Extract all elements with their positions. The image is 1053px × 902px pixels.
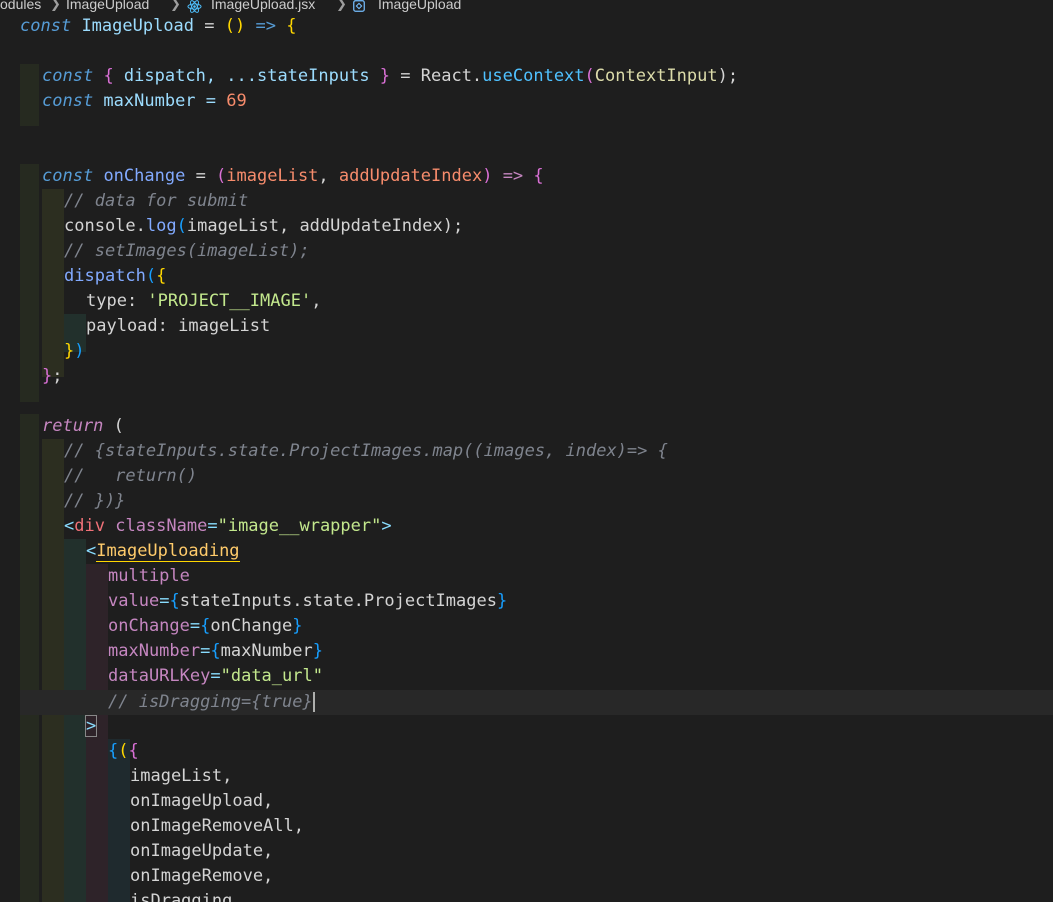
code-line: onImageUpload, — [130, 791, 274, 811]
code-line: const { dispatch, ...stateInputs } = Rea… — [42, 66, 739, 86]
code-comment: // })} — [64, 491, 126, 511]
chevron-right-icon: ❯ — [170, 0, 181, 11]
code-line: }; — [42, 366, 63, 386]
chevron-right-icon: ❯ — [50, 0, 61, 11]
code-line: }) — [64, 341, 85, 361]
code-line: type: 'PROJECT__IMAGE', — [86, 291, 322, 311]
code-line: dataURLKey="data_url" — [108, 666, 323, 686]
code-line: multiple — [108, 566, 190, 586]
code-line: console.log(imageList, addUpdateIndex); — [64, 216, 464, 236]
code-line: > — [84, 715, 98, 737]
code-line: <div className="image__wrapper"> — [64, 516, 392, 536]
code-line: {({ — [108, 741, 139, 761]
code-comment: // setImages(imageList); — [64, 241, 310, 261]
text-cursor — [312, 692, 315, 712]
code-line: imageList, — [130, 766, 233, 786]
breadcrumb-item-node-modules[interactable]: odules — [0, 0, 41, 11]
code-line: <ImageUploading — [86, 541, 240, 562]
code-line: maxNumber={maxNumber} — [108, 641, 323, 661]
indent-guide — [20, 64, 39, 126]
code-line: onImageUpdate, — [130, 841, 274, 861]
symbol-icon — [353, 0, 365, 12]
indent-guide — [20, 414, 39, 902]
code-comment: // {stateInputs.state.ProjectImages.map(… — [64, 441, 668, 461]
breadcrumb-item-folder[interactable]: ImageUpload — [66, 0, 149, 11]
code-line: const ImageUpload = () => { — [20, 16, 297, 36]
code-line: payload: imageList — [86, 316, 271, 336]
code-line: onChange={onChange} — [108, 616, 303, 636]
code-line: return ( — [42, 416, 124, 436]
code-comment: // return() — [64, 466, 198, 486]
code-editor[interactable]: const ImageUpload = () => { const { disp… — [0, 14, 1053, 902]
breadcrumb: odules ❯ ImageUpload ❯ ImageUpload.jsx ❯… — [0, 0, 1053, 14]
code-line: const onChange = (imageList, addUpdateIn… — [42, 166, 544, 186]
indent-guide — [20, 164, 39, 402]
indent-guide — [42, 439, 64, 902]
react-icon — [187, 0, 202, 13]
code-line: onImageRemoveAll, — [130, 816, 304, 836]
code-comment: // data for submit — [64, 191, 249, 211]
breadcrumb-item-symbol[interactable]: ImageUpload — [378, 0, 461, 11]
indent-guide — [64, 539, 86, 902]
code-line: onImageRemove, — [130, 866, 274, 886]
code-comment: // isDragging={true} — [108, 692, 315, 712]
breadcrumb-item-file[interactable]: ImageUpload.jsx — [211, 0, 315, 11]
code-line: dispatch({ — [64, 266, 167, 286]
code-line: const maxNumber = 69 — [42, 91, 247, 111]
code-line: value={stateInputs.state.ProjectImages} — [108, 591, 508, 611]
chevron-right-icon: ❯ — [336, 0, 347, 11]
code-line: isDragging, — [130, 891, 243, 902]
indent-guide — [42, 189, 64, 377]
